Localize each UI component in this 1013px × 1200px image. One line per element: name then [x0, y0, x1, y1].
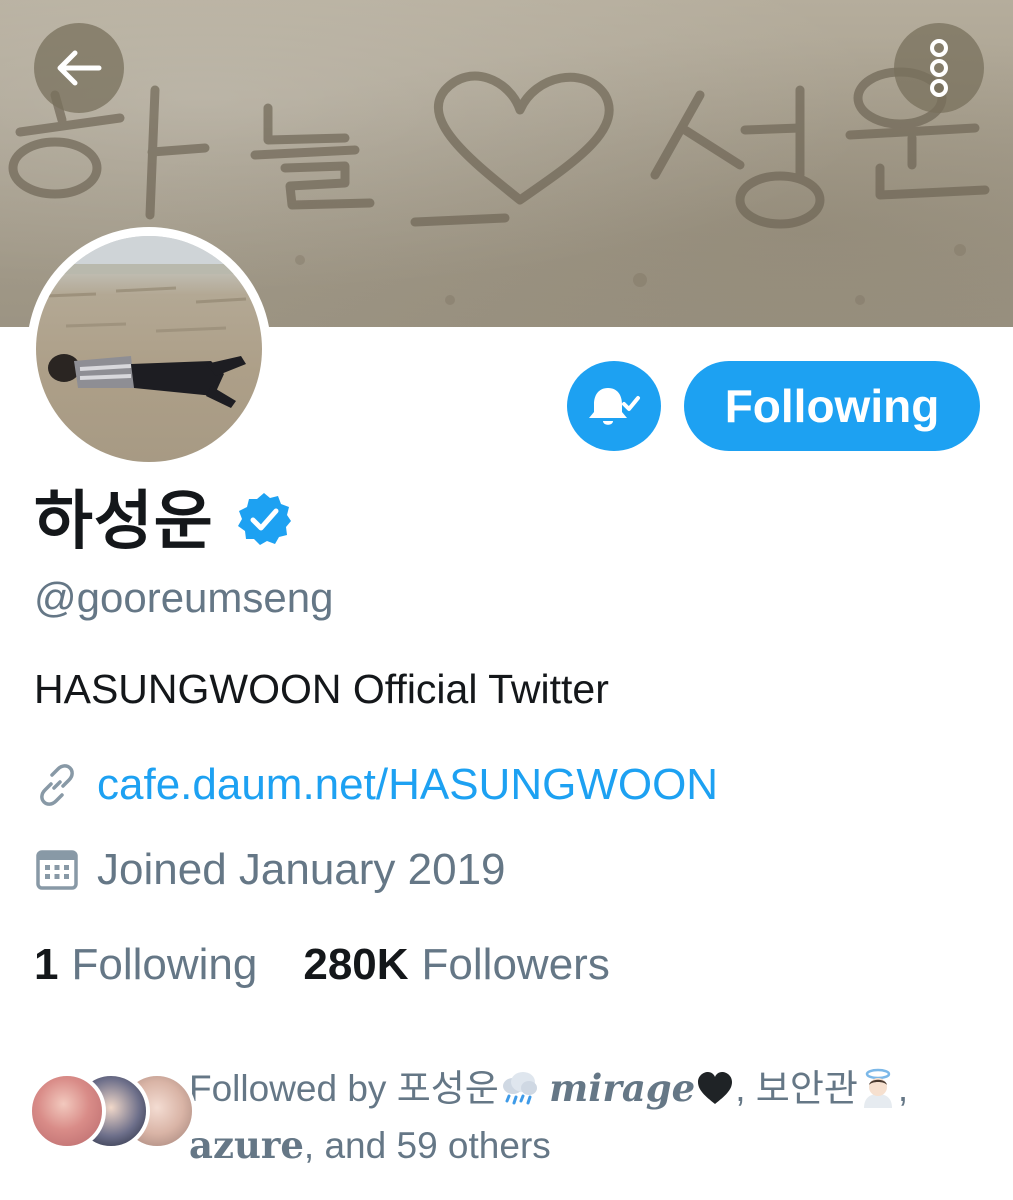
angel-emoji-icon [863, 1068, 892, 1108]
followers-stat[interactable]: 280K Followers [303, 940, 609, 990]
vertical-dots-icon [930, 39, 948, 97]
profile-joined-date: Joined January 2019 [97, 845, 506, 894]
follower-avatar [28, 1072, 106, 1150]
followers-stat-label: Followers [421, 940, 610, 989]
following-count: 1 [34, 940, 59, 989]
notifications-bell-button[interactable] [567, 361, 661, 451]
followed-by-prefix: Followed by [189, 1068, 397, 1109]
more-options-button[interactable] [894, 23, 984, 113]
profile-handle: @gooreumseng [34, 574, 334, 621]
avatar-photo [36, 236, 262, 462]
following-stat-label: Following [71, 940, 258, 989]
profile-name-row: 하성운 [34, 478, 292, 557]
following-stat[interactable]: 1 Following [34, 940, 257, 990]
verified-badge-icon [237, 493, 291, 545]
followed-by-text[interactable]: Followed by 포성운 mirage , 보안관 , azure, and… [189, 1060, 989, 1174]
followed-by-user: azure [189, 1123, 304, 1167]
following-button-label: Following [724, 380, 940, 432]
profile-stats: 1 Following 280K Followers [34, 940, 610, 990]
bell-check-icon [589, 388, 640, 425]
profile-joined-row: Joined January 2019 [34, 845, 506, 895]
rain-cloud-emoji-icon [502, 1072, 537, 1105]
followed-by-separator: , [897, 1068, 909, 1109]
avatar-photo-illustration [36, 236, 262, 408]
followers-count: 280K [303, 940, 409, 989]
profile-screen: Following 하성운 @gooreumseng HASUNGWOON Of… [0, 0, 1013, 1200]
back-button[interactable] [34, 23, 124, 113]
arrow-left-icon [57, 50, 102, 86]
following-button[interactable]: Following [684, 361, 980, 451]
followed-by-separator: , [735, 1068, 756, 1109]
profile-link-row: cafe.daum.net/HASUNGWOON [34, 760, 718, 810]
followed-by-user: mirage [549, 1066, 696, 1110]
display-name: 하성운 [34, 485, 214, 557]
profile-website-link[interactable]: cafe.daum.net/HASUNGWOON [97, 760, 718, 810]
followed-by-user: 보안관 [755, 1068, 858, 1109]
profile-avatar[interactable] [27, 227, 271, 471]
followed-by-avatars[interactable] [28, 1072, 196, 1152]
black-heart-emoji-icon [698, 1072, 733, 1104]
profile-bio: HASUNGWOON Official Twitter [34, 666, 609, 712]
followed-by-user: 포성운 [396, 1068, 499, 1109]
calendar-icon [36, 850, 78, 890]
followed-by-suffix: , and 59 others [303, 1125, 551, 1166]
link-icon [40, 764, 74, 806]
